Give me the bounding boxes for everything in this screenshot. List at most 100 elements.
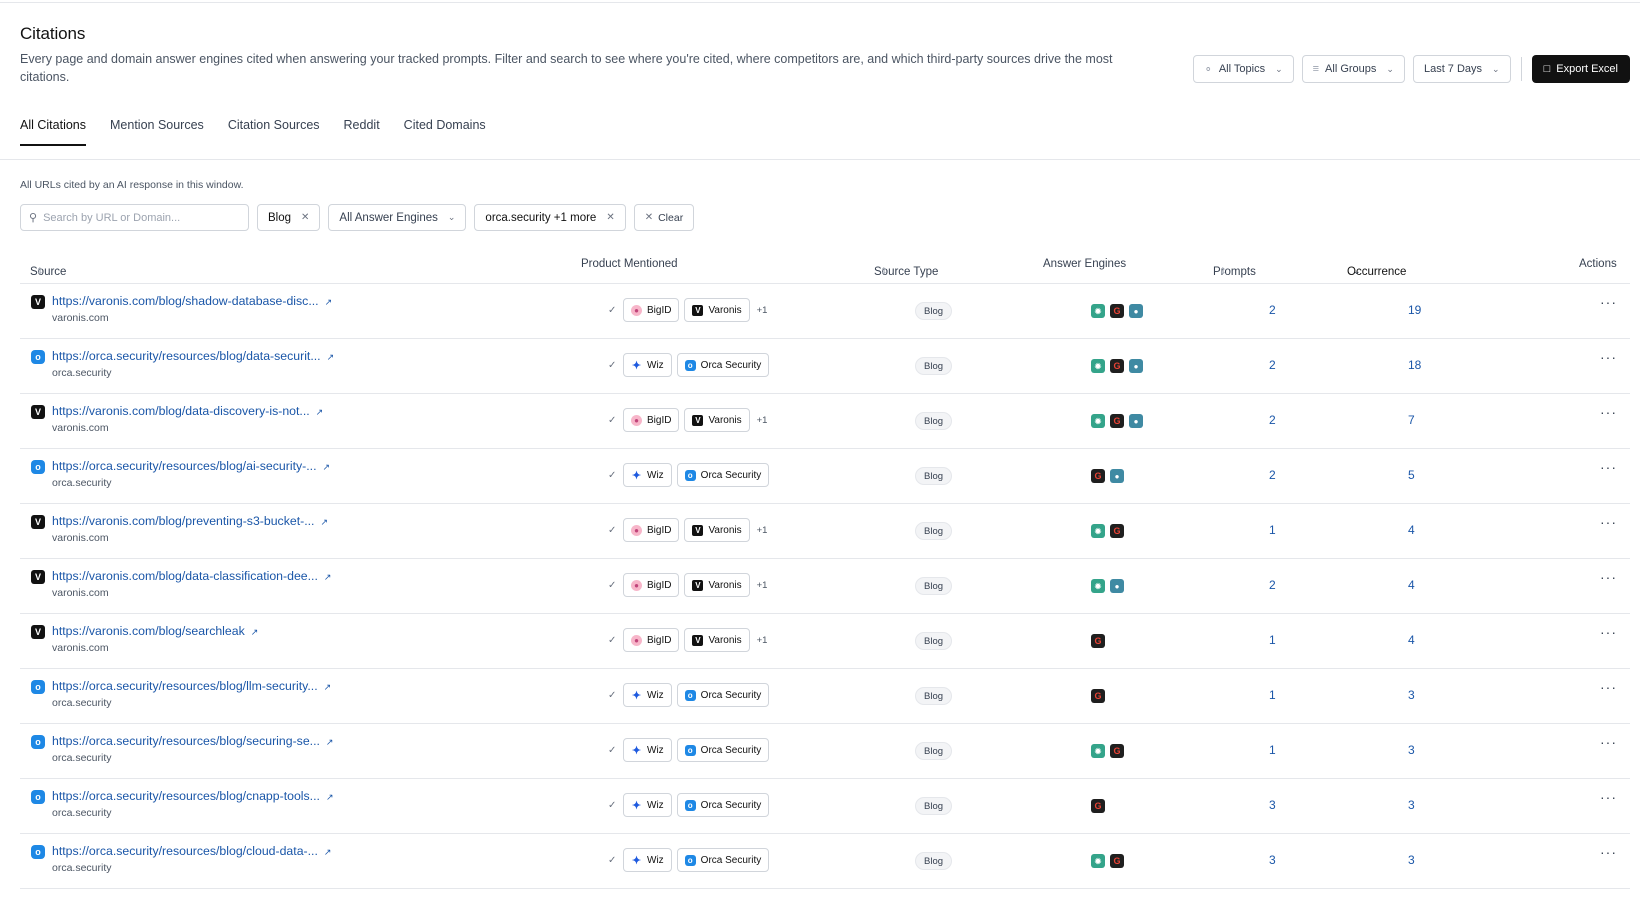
- product-chip[interactable]: ● BigID: [623, 408, 680, 432]
- tab-cited-domains[interactable]: Cited Domains: [404, 118, 486, 146]
- occurrence-count-link[interactable]: 4: [1408, 578, 1415, 592]
- occurrence-count-link[interactable]: 4: [1408, 523, 1415, 537]
- row-actions-menu-icon[interactable]: ···: [1600, 349, 1617, 365]
- source-url-link[interactable]: https://orca.security/resources/blog/dat…: [52, 349, 334, 363]
- more-products-count[interactable]: +1: [757, 635, 768, 646]
- topics-dropdown[interactable]: ⚬ All Topics ⌄: [1192, 55, 1294, 83]
- prompts-count-link[interactable]: 1: [1269, 743, 1276, 757]
- product-chip[interactable]: o Orca Security: [676, 848, 770, 872]
- table-row: V https://varonis.com/blog/preventing-s3…: [20, 504, 1630, 559]
- occurrence-count-link[interactable]: 5: [1408, 468, 1415, 482]
- product-chip[interactable]: ● BigID: [623, 628, 680, 652]
- occurrence-count-link[interactable]: 3: [1408, 743, 1415, 757]
- external-link-icon[interactable]: ↗: [326, 792, 334, 802]
- row-actions-menu-icon[interactable]: ···: [1600, 514, 1617, 530]
- row-actions-menu-icon[interactable]: ···: [1600, 734, 1617, 750]
- row-actions-menu-icon[interactable]: ···: [1600, 844, 1617, 860]
- external-link-icon[interactable]: ↗: [320, 517, 328, 527]
- more-products-count[interactable]: +1: [757, 580, 768, 591]
- product-chip[interactable]: o Orca Security: [676, 463, 770, 487]
- prompts-count-link[interactable]: 1: [1269, 633, 1276, 647]
- product-chip[interactable]: V Varonis: [684, 518, 750, 542]
- source-url-link[interactable]: https://varonis.com/blog/shadow-database…: [52, 294, 332, 308]
- more-products-count[interactable]: +1: [757, 305, 768, 316]
- source-url-link[interactable]: https://varonis.com/blog/data-discovery-…: [52, 404, 323, 418]
- prompts-count-link[interactable]: 2: [1269, 303, 1276, 317]
- occurrence-count-link[interactable]: 3: [1408, 853, 1415, 867]
- close-icon[interactable]: ✕: [606, 212, 614, 223]
- clear-filters-button[interactable]: ✕ Clear: [633, 204, 695, 231]
- external-link-icon[interactable]: ↗: [324, 572, 332, 582]
- product-chip[interactable]: ● BigID: [623, 298, 680, 322]
- occurrence-count-link[interactable]: 7: [1408, 413, 1415, 427]
- product-chip[interactable]: o Orca Security: [676, 738, 770, 762]
- more-products-count[interactable]: +1: [757, 415, 768, 426]
- external-link-icon[interactable]: ↗: [327, 352, 335, 362]
- export-excel-button[interactable]: □ Export Excel: [1531, 55, 1630, 83]
- occurrence-count-link[interactable]: 4: [1408, 633, 1415, 647]
- close-icon[interactable]: ✕: [301, 212, 309, 223]
- tab-all-citations[interactable]: All Citations: [20, 118, 86, 146]
- search-input[interactable]: ⚲ Search by URL or Domain...: [20, 204, 249, 231]
- groups-dropdown[interactable]: ≡ All Groups ⌄: [1301, 55, 1405, 83]
- filter-chip-domain[interactable]: orca.security +1 more ✕: [474, 204, 626, 231]
- row-actions-menu-icon[interactable]: ···: [1600, 569, 1617, 585]
- product-chip[interactable]: ✦ Wiz: [623, 683, 672, 707]
- tab-reddit[interactable]: Reddit: [344, 118, 380, 146]
- product-chip[interactable]: ● BigID: [623, 573, 680, 597]
- row-actions-menu-icon[interactable]: ···: [1600, 294, 1617, 310]
- product-chip[interactable]: o Orca Security: [676, 683, 770, 707]
- engines-dropdown[interactable]: All Answer Engines ⌄: [328, 204, 467, 231]
- occurrence-count-link[interactable]: 19: [1408, 303, 1421, 317]
- tab-mention-sources[interactable]: Mention Sources: [110, 118, 204, 146]
- occurrence-count-link[interactable]: 3: [1408, 688, 1415, 702]
- row-actions-menu-icon[interactable]: ···: [1600, 789, 1617, 805]
- source-url-link[interactable]: https://varonis.com/blog/searchleak ↗: [52, 624, 258, 638]
- source-url-link[interactable]: https://orca.security/resources/blog/llm…: [52, 679, 331, 693]
- source-url-link[interactable]: https://varonis.com/blog/preventing-s3-b…: [52, 514, 328, 528]
- source-url-link[interactable]: https://orca.security/resources/blog/cna…: [52, 789, 333, 803]
- tab-citation-sources[interactable]: Citation Sources: [228, 118, 320, 146]
- row-actions-menu-icon[interactable]: ···: [1600, 624, 1617, 640]
- product-chip[interactable]: V Varonis: [684, 298, 750, 322]
- product-chip[interactable]: o Orca Security: [676, 353, 770, 377]
- external-link-icon[interactable]: ↗: [324, 847, 332, 857]
- source-url-link[interactable]: https://varonis.com/blog/data-classifica…: [52, 569, 331, 583]
- external-link-icon[interactable]: ↗: [251, 627, 259, 637]
- product-chip[interactable]: ● BigID: [623, 518, 680, 542]
- external-link-icon[interactable]: ↗: [316, 407, 324, 417]
- period-dropdown[interactable]: Last 7 Days ⌄: [1412, 55, 1511, 83]
- product-chip[interactable]: ✦ Wiz: [623, 353, 672, 377]
- prompts-count-link[interactable]: 1: [1269, 688, 1276, 702]
- prompts-count-link[interactable]: 2: [1269, 468, 1276, 482]
- prompts-count-link[interactable]: 3: [1269, 798, 1276, 812]
- filter-chip-type[interactable]: Blog ✕: [257, 204, 321, 231]
- product-chip[interactable]: ✦ Wiz: [623, 738, 672, 762]
- prompts-count-link[interactable]: 3: [1269, 853, 1276, 867]
- external-link-icon[interactable]: ↗: [325, 297, 333, 307]
- product-chip[interactable]: ✦ Wiz: [623, 848, 672, 872]
- prompts-count-link[interactable]: 1: [1269, 523, 1276, 537]
- prompts-count-link[interactable]: 2: [1269, 358, 1276, 372]
- product-chip[interactable]: ✦ Wiz: [623, 463, 672, 487]
- row-actions-menu-icon[interactable]: ···: [1600, 459, 1617, 475]
- row-actions-menu-icon[interactable]: ···: [1600, 404, 1617, 420]
- prompts-count-link[interactable]: 2: [1269, 413, 1276, 427]
- prompts-count-link[interactable]: 2: [1269, 578, 1276, 592]
- source-url-link[interactable]: https://orca.security/resources/blog/clo…: [52, 844, 331, 858]
- external-link-icon[interactable]: ↗: [326, 737, 334, 747]
- source-url-link[interactable]: https://orca.security/resources/blog/sec…: [52, 734, 333, 748]
- occurrence-count-link[interactable]: 3: [1408, 798, 1415, 812]
- occurrence-count-link[interactable]: 18: [1408, 358, 1421, 372]
- source-url-link[interactable]: https://orca.security/resources/blog/ai-…: [52, 459, 330, 473]
- product-chip[interactable]: ✦ Wiz: [623, 793, 672, 817]
- varonis-favicon-icon: V: [31, 570, 45, 584]
- product-chip[interactable]: V Varonis: [684, 628, 750, 652]
- external-link-icon[interactable]: ↗: [324, 682, 332, 692]
- row-actions-menu-icon[interactable]: ···: [1600, 679, 1617, 695]
- product-chip[interactable]: o Orca Security: [676, 793, 770, 817]
- more-products-count[interactable]: +1: [757, 525, 768, 536]
- product-chip[interactable]: V Varonis: [684, 408, 750, 432]
- external-link-icon[interactable]: ↗: [322, 462, 330, 472]
- product-chip[interactable]: V Varonis: [684, 573, 750, 597]
